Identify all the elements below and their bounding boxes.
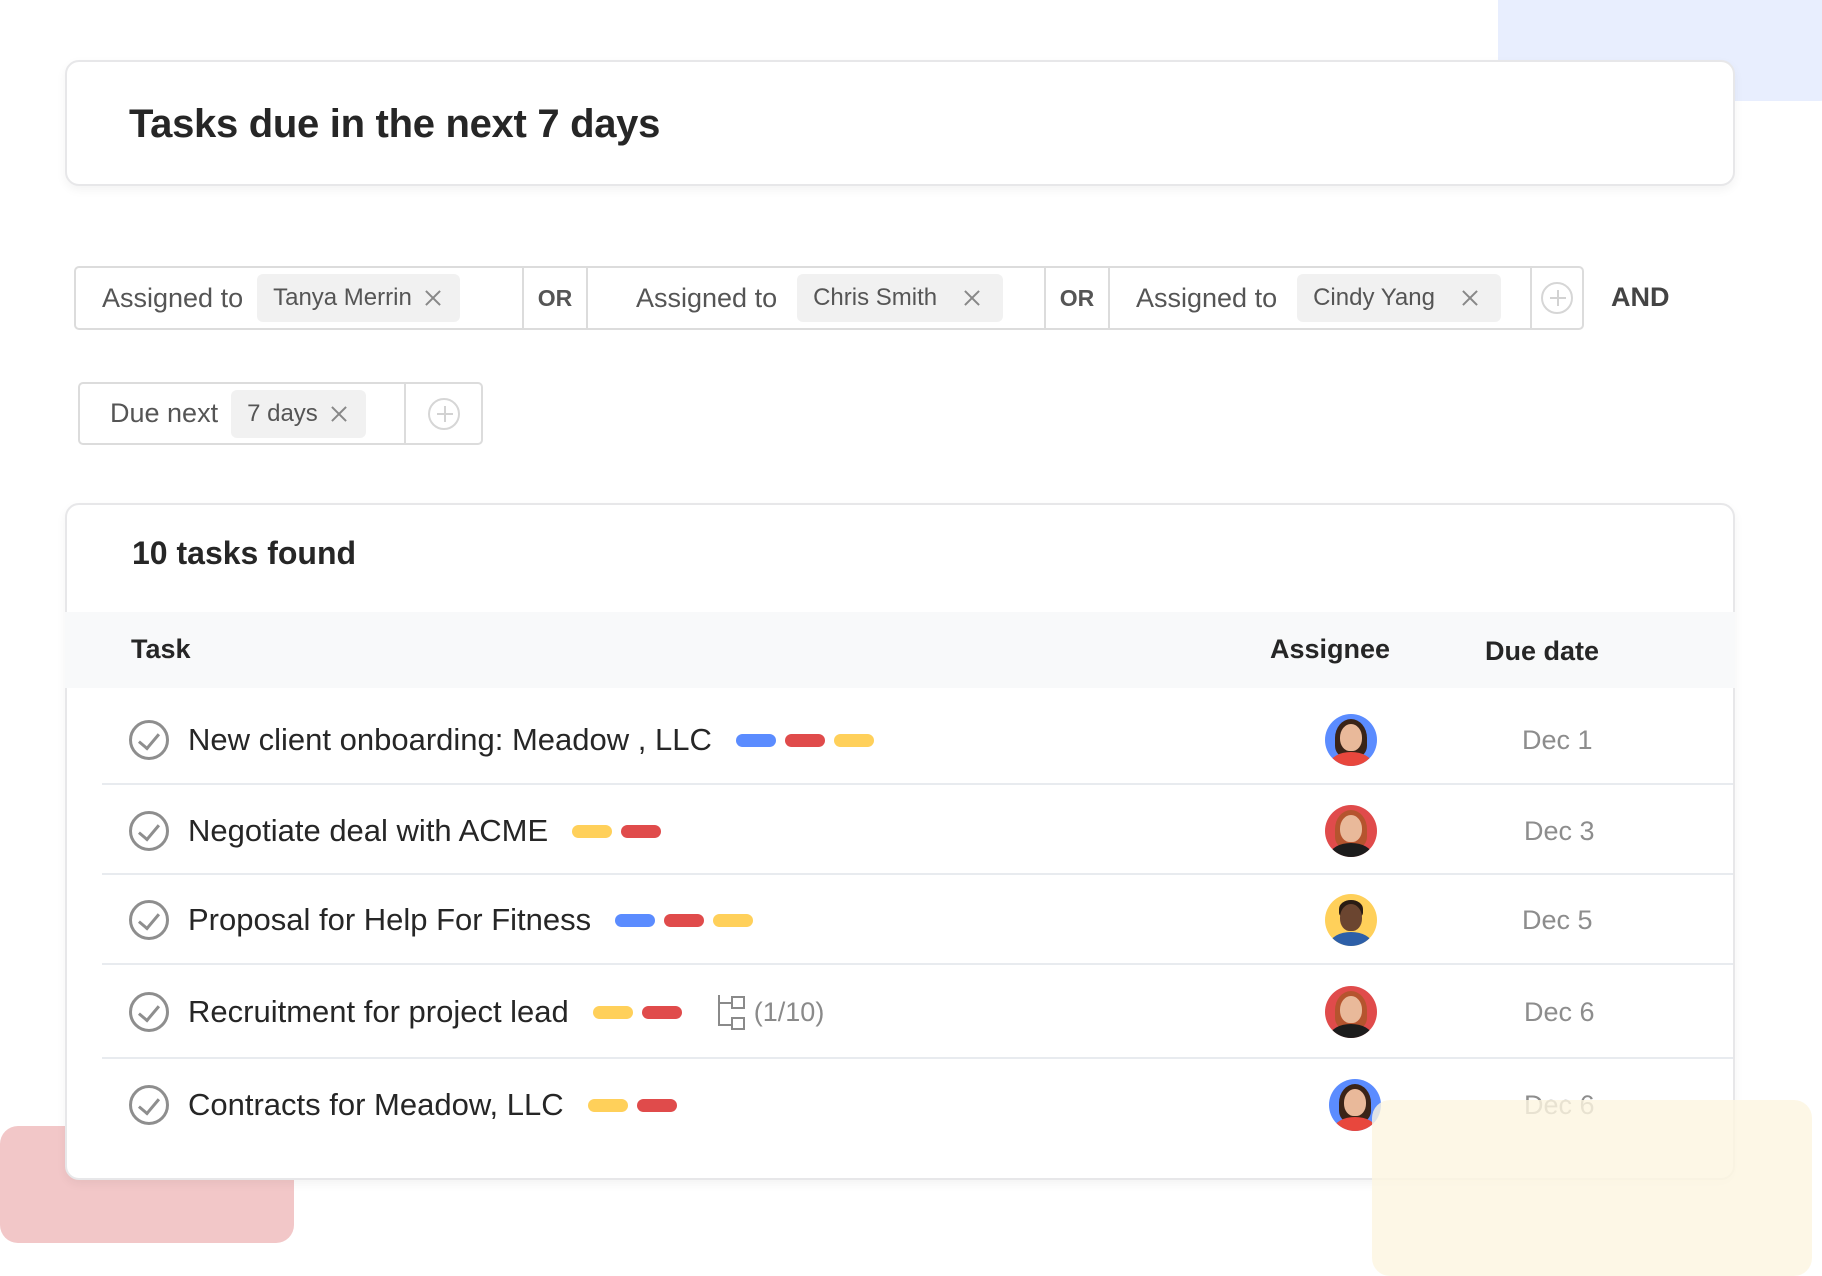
tag-list (592, 1005, 682, 1019)
filter-chip-cindy-yang[interactable]: Cindy Yang (1297, 274, 1501, 322)
task-cell: Negotiate deal with ACME (188, 811, 662, 851)
tag-red[interactable] (641, 1005, 682, 1019)
task-cell: Recruitment for project lead (1/10) (188, 992, 824, 1032)
filter-label: Assigned to (102, 282, 244, 313)
subtask-tree-icon (716, 995, 746, 1030)
due-date: Dec 6 (1524, 997, 1595, 1027)
assignee-avatar[interactable] (1325, 714, 1377, 766)
assignee-filter-group: Assigned to Tanya Merrin OR Assigned to … (74, 266, 1584, 330)
assignee-avatar[interactable] (1325, 805, 1377, 857)
table-header: Task Assignee Due date (65, 612, 1735, 688)
tag-red[interactable] (621, 824, 662, 838)
and-operator[interactable]: AND (1611, 282, 1670, 313)
tag-red[interactable] (784, 733, 825, 747)
task-name[interactable]: Contracts for Meadow, LLC (188, 1087, 564, 1123)
or-operator[interactable]: OR (1046, 268, 1110, 328)
filter-label: Assigned to (1136, 282, 1278, 313)
column-header-due-date[interactable]: Due date (1485, 636, 1599, 667)
filter-assigned-to-1: Assigned to Tanya Merrin (76, 268, 524, 328)
chip-value: 7 days (247, 399, 318, 427)
task-cell: Contracts for Meadow, LLC (188, 1085, 677, 1125)
due-date: Dec 5 (1522, 905, 1593, 935)
filter-chip-chris-smith[interactable]: Chris Smith (797, 274, 1004, 322)
due-date: Dec 6 (1524, 1090, 1595, 1120)
due-date: Dec 1 (1522, 725, 1593, 755)
tag-list (615, 913, 754, 927)
tag-red[interactable] (636, 1098, 677, 1112)
table-row[interactable]: Contracts for Meadow, LLC Dec 6 (102, 1060, 1733, 1150)
tag-yellow[interactable] (713, 913, 754, 927)
assignee-avatar[interactable] (1329, 1079, 1381, 1131)
remove-chip-icon[interactable] (963, 289, 981, 307)
task-name[interactable]: Recruitment for project lead (188, 994, 569, 1030)
add-filter-cell (406, 384, 481, 443)
column-header-task[interactable]: Task (131, 634, 191, 665)
remove-chip-icon[interactable] (424, 289, 442, 307)
subtask-count: (1/10) (753, 996, 825, 1027)
table-row[interactable]: Negotiate deal with ACME Dec 3 (102, 786, 1733, 875)
remove-chip-icon[interactable] (330, 405, 348, 423)
complete-task-check-icon[interactable] (129, 811, 169, 851)
tag-yellow[interactable] (592, 1005, 633, 1019)
complete-task-check-icon[interactable] (129, 1085, 169, 1125)
chip-value: Cindy Yang (1313, 284, 1435, 311)
add-filter-icon[interactable] (1541, 282, 1573, 314)
tag-blue[interactable] (615, 913, 656, 927)
page-title: Tasks due in the next 7 days (129, 102, 661, 146)
column-header-assignee[interactable]: Assignee (1270, 634, 1390, 665)
filter-due-next: Due next 7 days (80, 384, 406, 443)
add-filter-icon[interactable] (427, 397, 460, 430)
filter-assigned-to-2: Assigned to Chris Smith (588, 268, 1046, 328)
assignee-avatar[interactable] (1325, 986, 1377, 1038)
complete-task-check-icon[interactable] (129, 720, 169, 760)
results-count: 10 tasks found (132, 535, 357, 571)
task-name[interactable]: Negotiate deal with ACME (188, 813, 548, 849)
task-name[interactable]: Proposal for Help For Fitness (188, 902, 591, 938)
tag-list (572, 824, 662, 838)
task-name[interactable]: New client onboarding: Meadow , LLC (188, 722, 712, 758)
filter-label: Due next (110, 398, 219, 428)
remove-chip-icon[interactable] (1461, 289, 1479, 307)
tag-yellow[interactable] (587, 1098, 628, 1112)
assignee-avatar[interactable] (1325, 894, 1377, 946)
due-filter-group: Due next 7 days (78, 382, 483, 445)
tag-blue[interactable] (735, 733, 776, 747)
due-date: Dec 3 (1524, 816, 1595, 846)
chip-value: Chris Smith (813, 284, 938, 311)
subtask-indicator[interactable]: (1/10) (716, 995, 825, 1030)
chip-value: Tanya Merrin (273, 284, 412, 311)
filter-label: Assigned to (636, 282, 778, 313)
filter-chip-7-days[interactable]: 7 days (231, 389, 366, 438)
table-row[interactable]: New client onboarding: Meadow , LLC Dec 1 (102, 695, 1733, 785)
table-row[interactable]: Proposal for Help For Fitness Dec 5 (102, 875, 1733, 965)
task-list-card: 10 tasks found Task Assignee Due date Ne… (65, 503, 1735, 1180)
table-row[interactable]: Recruitment for project lead (1/10) Dec 6 (102, 965, 1733, 1059)
filter-assigned-to-3: Assigned to Cindy Yang (1110, 268, 1532, 328)
filter-chip-tanya-merrin[interactable]: Tanya Merrin (257, 274, 460, 322)
or-operator[interactable]: OR (524, 268, 588, 328)
tag-red[interactable] (664, 913, 705, 927)
add-filter-cell (1532, 268, 1582, 328)
task-cell: Proposal for Help For Fitness (188, 900, 754, 940)
complete-task-check-icon[interactable] (129, 992, 169, 1032)
tag-yellow[interactable] (572, 824, 613, 838)
title-card: Tasks due in the next 7 days (65, 60, 1735, 186)
task-cell: New client onboarding: Meadow , LLC (188, 720, 874, 760)
tag-yellow[interactable] (833, 733, 874, 747)
complete-task-check-icon[interactable] (129, 900, 169, 940)
tag-list (735, 733, 874, 747)
tag-list (587, 1098, 677, 1112)
